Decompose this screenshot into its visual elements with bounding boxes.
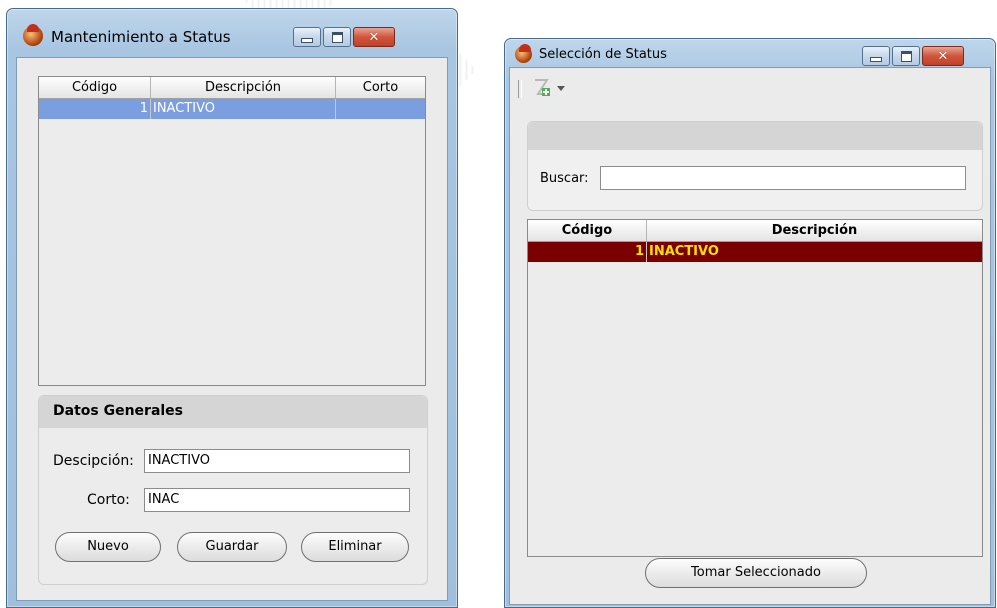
search-panel-header (528, 122, 982, 150)
minimize-button[interactable] (293, 27, 321, 47)
table-row[interactable]: 1 INACTIVO (39, 99, 425, 119)
status-grid[interactable]: Código Descripción Corto 1 INACTIVO (38, 76, 426, 386)
column-header-descripcion[interactable]: Descripción (647, 220, 982, 241)
maximize-icon (331, 31, 343, 43)
close-icon: ✕ (368, 29, 380, 45)
cell-corto (336, 99, 425, 119)
general-data-panel: Datos Generales Descipción: INACTIVO Cor… (38, 395, 428, 585)
maintenance-window-titlebar[interactable]: Mantenimiento a Status ✕ (7, 9, 457, 47)
cell-descripcion: INACTIVO (649, 244, 719, 259)
column-header-corto[interactable]: Corto (336, 77, 425, 98)
guardar-button[interactable]: Guardar (177, 532, 287, 562)
caption-buttons: ✕ (293, 27, 395, 47)
grip-icon (518, 80, 522, 98)
search-label: Buscar: (540, 171, 589, 186)
maintenance-window: Mantenimiento a Status ✕ Código Descripc… (6, 8, 458, 608)
minimize-icon (870, 56, 882, 62)
selection-client-area: Buscar: Código Descripción 1 INACTIVO To… (509, 67, 991, 605)
maximize-icon (900, 50, 912, 62)
column-header-descripcion[interactable]: Descripción (151, 77, 336, 98)
search-panel: Buscar: (527, 121, 983, 211)
dropdown-arrow-icon[interactable] (557, 86, 565, 91)
search-input[interactable] (600, 166, 966, 190)
column-header-codigo[interactable]: Código (528, 220, 647, 241)
nuevo-button[interactable]: Nuevo (55, 532, 161, 562)
close-icon: ✕ (937, 48, 949, 64)
app-icon (23, 24, 43, 46)
corto-field[interactable]: INAC (144, 488, 410, 512)
maximize-button[interactable] (892, 46, 920, 66)
selection-window: Selección de Status ✕ Buscar: Código Des… (504, 38, 996, 608)
minimize-icon (301, 37, 313, 43)
window-title: Selección de Status (539, 47, 667, 62)
corto-label: Corto: (87, 492, 130, 508)
column-header-codigo[interactable]: Código (39, 77, 151, 98)
close-button[interactable]: ✕ (922, 46, 964, 66)
panel-title: Datos Generales (53, 403, 184, 419)
new-record-icon[interactable] (530, 76, 552, 98)
grid-header: Código Descripción (528, 220, 982, 242)
take-selected-button[interactable]: Tomar Seleccionado (645, 558, 867, 588)
grid-header: Código Descripción Corto (39, 77, 425, 99)
close-button[interactable]: ✕ (353, 27, 395, 47)
caption-buttons: ✕ (862, 46, 964, 66)
maximize-button[interactable] (323, 27, 351, 47)
selection-grid[interactable]: Código Descripción 1 INACTIVO (527, 219, 983, 557)
maintenance-client-area: Código Descripción Corto 1 INACTIVO Dato… (16, 57, 448, 601)
cell-codigo: 1 (39, 99, 151, 119)
cell-codigo: 1 (528, 242, 647, 262)
descripcion-field[interactable]: INACTIVO (144, 449, 410, 473)
descripcion-label: Descipción: (53, 453, 134, 469)
cell-descripcion: INACTIVO (151, 99, 336, 119)
table-row[interactable]: 1 INACTIVO (528, 242, 982, 262)
panel-header: Datos Generales (39, 396, 427, 428)
app-icon (515, 44, 532, 63)
eliminar-button[interactable]: Eliminar (301, 532, 409, 562)
minimize-button[interactable] (862, 46, 890, 66)
window-title: Mantenimiento a Status (51, 28, 231, 46)
